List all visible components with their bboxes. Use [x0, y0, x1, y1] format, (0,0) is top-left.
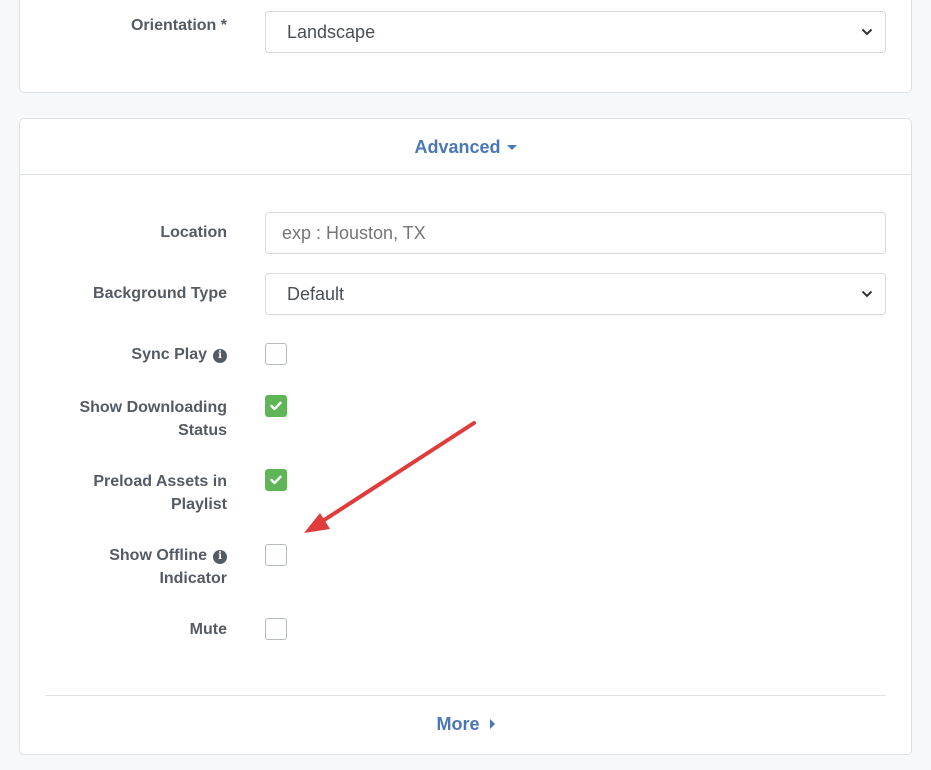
- advanced-toggle[interactable]: Advanced: [20, 119, 911, 175]
- check-icon: [270, 475, 282, 485]
- background-type-label: Background Type: [93, 285, 227, 302]
- location-input[interactable]: [265, 212, 886, 254]
- show-offline-indicator-label: Show Offline i Indicator: [109, 547, 227, 587]
- show-downloading-status-checkbox[interactable]: [265, 395, 287, 417]
- orientation-value: Landscape: [287, 22, 376, 42]
- mute-checkbox[interactable]: [265, 618, 287, 640]
- show-offline-indicator-checkbox[interactable]: [265, 544, 287, 566]
- info-icon[interactable]: i: [213, 349, 227, 363]
- caret-down-icon: [506, 145, 517, 150]
- info-icon[interactable]: i: [213, 550, 227, 564]
- display-settings-card: Orientation * Landscape: [19, 0, 912, 93]
- chevron-down-icon: [861, 274, 873, 300]
- caret-right-icon: [489, 719, 495, 729]
- more-toggle[interactable]: More: [20, 711, 911, 737]
- show-downloading-status-label: Show Downloading Status: [79, 399, 227, 439]
- mute-label: Mute: [189, 621, 227, 638]
- divider: [45, 695, 886, 696]
- sync-play-checkbox[interactable]: [265, 343, 287, 365]
- sync-play-label: Sync Play i: [131, 343, 227, 366]
- check-icon: [270, 401, 282, 411]
- orientation-select[interactable]: Landscape: [265, 11, 886, 53]
- preload-assets-label: Preload Assets in Playlist: [93, 473, 227, 513]
- more-toggle-label: More: [436, 714, 480, 734]
- chevron-down-icon: [861, 12, 873, 38]
- location-label: Location: [160, 224, 227, 241]
- preload-assets-checkbox[interactable]: [265, 469, 287, 491]
- advanced-card: Advanced Location Background Type Defaul…: [19, 118, 912, 755]
- orientation-label: Orientation *: [130, 17, 227, 34]
- background-type-select[interactable]: Default: [265, 273, 886, 315]
- advanced-toggle-label: Advanced: [414, 137, 501, 157]
- background-type-value: Default: [287, 284, 345, 304]
